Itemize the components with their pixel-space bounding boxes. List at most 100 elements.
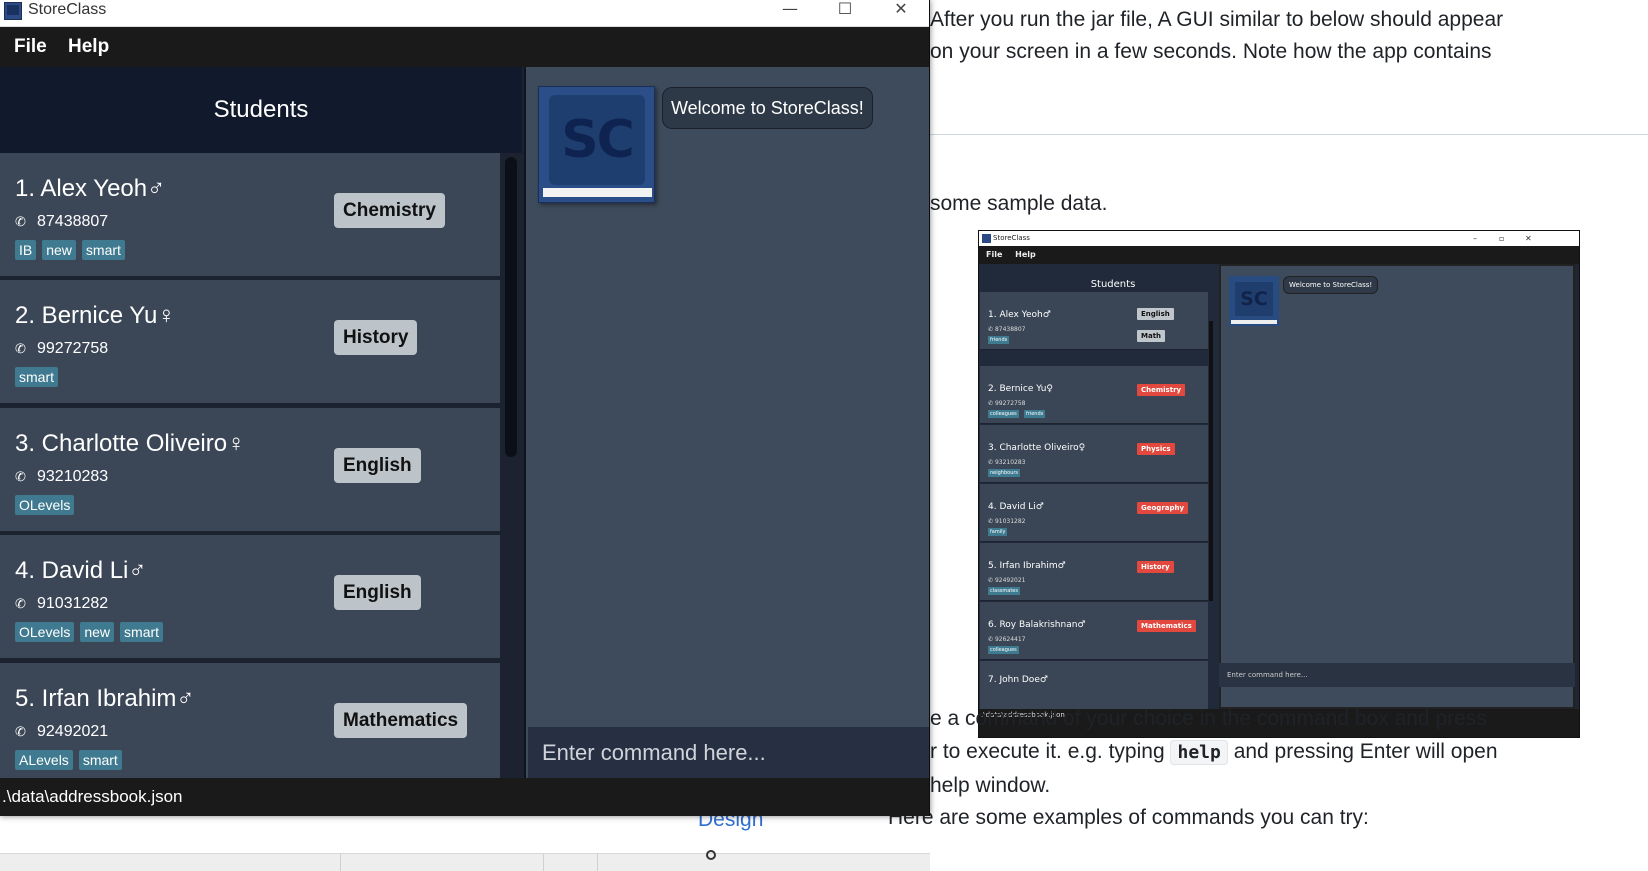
embedded-title: StoreClass: [993, 234, 1030, 242]
embedded-subject-badge: Chemistry: [1137, 384, 1186, 396]
tag: IB: [15, 240, 37, 260]
embedded-logo: SC: [1229, 276, 1279, 326]
window-title: StoreClass: [28, 1, 107, 18]
embedded-student-card: 6. Roy Balakrishnan♂ ✆ 92624417 colleagu…: [980, 602, 1208, 660]
embedded-student-name: 1. Alex Yeoh♂: [988, 310, 1051, 320]
student-name: 2. Bernice Yu♀: [15, 302, 176, 329]
menubar: File Help: [0, 27, 929, 67]
minimize-icon[interactable]: —: [766, 0, 814, 20]
embedded-titlebar: StoreClass – ▫ ✕: [979, 231, 1579, 246]
embedded-tag: friends: [1024, 410, 1046, 418]
subject-badge: History: [334, 320, 418, 355]
student-card[interactable]: 5. Irfan Ibrahim♂ ✆ 92492021 ALevels smar…: [0, 663, 500, 778]
doc-paragraph-line: Here are some examples of commands you c…: [888, 806, 1369, 829]
tag: smart: [78, 750, 122, 770]
subject-badge: Chemistry: [334, 193, 445, 228]
student-list[interactable]: 1. Alex Yeoh♂ ✆ 87438807 IB new smart Chem…: [0, 153, 522, 778]
embedded-menu-file: File: [986, 250, 1003, 259]
phone-icon: ✆: [15, 215, 26, 230]
embedded-subject-badge: Physics: [1137, 443, 1175, 455]
embedded-subject-badge: Geography: [1137, 502, 1189, 514]
student-name: 4. David Li♂: [15, 557, 147, 584]
student-phone: 99272758: [37, 340, 109, 357]
tag: smart: [120, 622, 164, 642]
embedded-student-card: 4. David Li♂ ✆ 91031282 family Geography: [980, 484, 1208, 542]
subject-badge: English: [334, 448, 421, 483]
embedded-minimize-icon: –: [1473, 234, 1477, 243]
student-name: 3. Charlotte Oliveiro♀: [15, 430, 246, 457]
phone-icon: ✆: [15, 470, 26, 485]
phone-icon: ✆: [15, 597, 26, 612]
embedded-close-icon: ✕: [1525, 234, 1532, 243]
student-list-panel: Students 1. Alex Yeoh♂ ✆ 87438807 IB new s…: [0, 67, 522, 778]
embedded-student-phone: ✆ 87438807: [988, 326, 1026, 333]
storeclass-logo: SC: [538, 86, 655, 203]
embedded-tag: colleagues: [988, 646, 1019, 654]
embedded-subject-badge: History: [1137, 561, 1174, 573]
doc-divider: [930, 134, 1648, 135]
subject-badge: English: [334, 575, 421, 610]
tag: new: [80, 622, 115, 642]
embedded-student-name: 3. Charlotte Oliveiro♀: [988, 443, 1086, 453]
doc-inline-code: help: [1170, 740, 1228, 765]
doc-bottom-strip: [0, 853, 930, 871]
embedded-student-name: 6. Roy Balakrishnan♂: [988, 620, 1086, 630]
student-name: 5. Irfan Ibrahim♂: [15, 685, 195, 712]
embedded-student-phone: ✆ 92492021: [988, 577, 1026, 584]
welcome-message: Welcome to StoreClass!: [662, 87, 873, 129]
student-card[interactable]: 3. Charlotte Oliveiro♀ ✆ 93210283 OLevel…: [0, 408, 500, 533]
logo-band: [543, 188, 652, 197]
student-name: 1. Alex Yeoh♂: [15, 175, 166, 202]
command-input[interactable]: [528, 727, 929, 778]
student-card[interactable]: 2. Bernice Yu♀ ✆ 99272758 smart History: [0, 280, 500, 405]
embedded-menubar: File Help: [979, 246, 1579, 264]
embedded-subject-badge: Mathematics: [1137, 620, 1196, 632]
doc-paragraph-line: some sample data.: [930, 192, 1108, 215]
doc-paragraph-line: After you run the jar file, A GUI simila…: [930, 8, 1504, 31]
embedded-maximize-icon: ▫: [1499, 234, 1505, 243]
doc-paragraph-line: on your screen in a few seconds. Note ho…: [930, 40, 1492, 63]
maximize-icon[interactable]: ☐: [821, 0, 869, 20]
list-bullet-icon: [706, 850, 716, 860]
student-tags: OLevels: [15, 495, 80, 515]
doc-paragraph-line: e a command of your choice in the comman…: [930, 707, 1487, 730]
embedded-student-card: 2. Bernice Yu♀ ✆ 99272758 colleagues fri…: [980, 366, 1208, 424]
result-panel: SC Welcome to StoreClass!: [524, 67, 929, 778]
embedded-student-phone: ✆ 92624417: [988, 636, 1026, 643]
embedded-student-phone: ✆ 91031282: [988, 518, 1026, 525]
embedded-student-name: 5. Irfan Ibrahim♂: [988, 561, 1066, 571]
embedded-app-icon: [982, 234, 991, 243]
student-phone: 92492021: [37, 723, 109, 740]
phone-icon: ✆: [15, 342, 26, 357]
student-card[interactable]: 1. Alex Yeoh♂ ✆ 87438807 IB new smart Chem…: [0, 153, 500, 278]
student-card[interactable]: 4. David Li♂ ✆ 91031282 OLevels new smart …: [0, 535, 500, 660]
tag: OLevels: [15, 622, 75, 642]
window-titlebar[interactable]: StoreClass — ☐ ✕: [0, 0, 929, 27]
tag: smart: [81, 240, 125, 260]
tag: ALevels: [15, 750, 73, 770]
tag: OLevels: [15, 495, 75, 515]
student-tags: ALevels smart: [15, 750, 128, 770]
embedded-student-name: 4. David Li♂: [988, 502, 1044, 512]
student-tags: smart: [15, 367, 64, 387]
embedded-student-card: 5. Irfan Ibrahim♂ ✆ 92492021 classmates …: [980, 543, 1208, 601]
menu-file[interactable]: File: [14, 27, 47, 67]
close-icon[interactable]: ✕: [877, 0, 925, 20]
logo-text: SC: [549, 95, 645, 185]
embedded-tag: colleagues: [988, 410, 1019, 418]
command-box: [528, 727, 929, 778]
phone-icon: ✆: [15, 725, 26, 740]
storeclass-window: StoreClass — ☐ ✕ File Help Students 1. A…: [0, 0, 930, 816]
doc-paragraph-line: help window.: [930, 774, 1051, 797]
list-scrollbar-thumb[interactable]: [505, 157, 517, 457]
student-tags: OLevels new smart: [15, 622, 169, 642]
doc-paragraph-line: r to execute it. e.g. typing help and pr…: [930, 740, 1498, 765]
students-header: Students: [0, 67, 522, 153]
status-bar: .\data\addressbook.json: [0, 778, 929, 816]
embedded-student-card: 1. Alex Yeoh♂ ✆ 87438807 friends English…: [980, 292, 1208, 350]
menu-help[interactable]: Help: [68, 27, 109, 67]
student-tags: IB new smart: [15, 240, 131, 260]
embedded-student-phone: ✆ 93210283: [988, 459, 1026, 466]
embedded-student-name: 7. John Doe♂: [988, 675, 1048, 685]
embedded-subject-badge: Math: [1137, 330, 1166, 342]
